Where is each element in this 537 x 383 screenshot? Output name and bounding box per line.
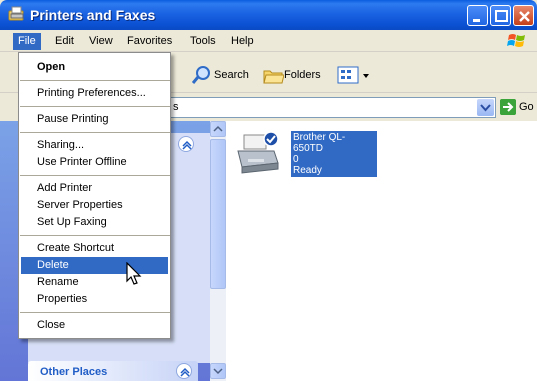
chevron-up-icon <box>182 140 192 150</box>
go-arrow-icon <box>500 99 516 115</box>
menu-item-properties[interactable]: Properties <box>21 291 168 308</box>
scroll-down-button[interactable] <box>210 363 226 379</box>
views-button[interactable] <box>336 63 372 87</box>
menu-item-delete[interactable]: Delete <box>21 257 168 274</box>
menu-edit[interactable]: Edit <box>50 33 79 50</box>
address-value: s <box>173 101 179 113</box>
chevron-up-icon <box>180 367 190 377</box>
collapse-tasks-button[interactable] <box>178 136 194 152</box>
title-bar[interactable]: Printers and Faxes <box>0 0 537 30</box>
scroll-thumb[interactable] <box>210 139 226 289</box>
menu-item-pause-printing[interactable]: Pause Printing <box>21 111 168 128</box>
menu-item-create-shortcut[interactable]: Create Shortcut <box>21 240 168 257</box>
content-area: Brother QL-650TD 0 Ready <box>226 121 537 381</box>
printer-status: Ready <box>293 165 322 176</box>
menu-file[interactable]: File <box>13 33 41 50</box>
search-button[interactable]: Search <box>190 63 252 87</box>
menu-bar: File Edit View Favorites Tools Help <box>0 30 537 52</box>
menu-item-rename[interactable]: Rename <box>21 274 168 291</box>
menu-separator <box>20 235 170 236</box>
minimize-button[interactable] <box>467 5 488 26</box>
go-label: Go <box>519 101 534 113</box>
maximize-button[interactable] <box>490 5 511 26</box>
printers-and-faxes-window: Printers and Faxes File Edit View Favori… <box>0 0 537 381</box>
task-pane-scrollbar[interactable] <box>210 121 226 381</box>
close-icon <box>519 11 530 22</box>
go-button[interactable]: Go <box>500 99 536 117</box>
menu-item-printing-preferences[interactable]: Printing Preferences... <box>21 85 168 102</box>
menu-separator <box>20 175 170 176</box>
scroll-up-button[interactable] <box>210 121 226 137</box>
printer-name: Brother QL-650TD <box>293 132 346 154</box>
menu-favorites[interactable]: Favorites <box>122 33 177 50</box>
menu-separator <box>20 312 170 313</box>
menu-item-open[interactable]: Open <box>21 59 168 76</box>
folders-label: Folders <box>284 69 321 81</box>
menu-item-add-printer[interactable]: Add Printer <box>21 180 168 197</box>
file-menu-dropdown: Open Printing Preferences... Pause Print… <box>18 52 171 339</box>
minimize-icon <box>473 19 480 22</box>
chevron-down-icon <box>480 104 491 112</box>
other-places-label: Other Places <box>40 366 108 378</box>
windows-flag-icon <box>507 34 525 47</box>
folders-button[interactable]: Folders <box>260 63 328 87</box>
close-button[interactable] <box>513 5 534 26</box>
views-icon <box>337 66 369 84</box>
search-label: Search <box>214 69 249 81</box>
menu-item-close[interactable]: Close <box>21 317 168 334</box>
printer-jobs: 0 <box>293 154 299 165</box>
menu-item-server-properties[interactable]: Server Properties <box>21 197 168 214</box>
printers-folder-icon <box>8 6 24 21</box>
menu-item-set-up-faxing[interactable]: Set Up Faxing <box>21 214 168 231</box>
menu-separator <box>20 80 170 81</box>
menu-view[interactable]: View <box>84 33 118 50</box>
address-input[interactable]: s <box>170 97 496 118</box>
menu-separator <box>20 132 170 133</box>
search-icon <box>192 66 210 84</box>
mouse-cursor-icon <box>126 262 142 285</box>
menu-tools[interactable]: Tools <box>185 33 221 50</box>
address-dropdown-button[interactable] <box>477 99 494 116</box>
printer-icon <box>237 131 279 174</box>
menu-item-use-printer-offline[interactable]: Use Printer Offline <box>21 154 168 171</box>
scroll-up-icon <box>213 125 223 132</box>
collapse-other-places-button[interactable] <box>176 363 192 379</box>
window-title: Printers and Faxes <box>30 7 156 23</box>
menu-help[interactable]: Help <box>226 33 259 50</box>
printer-label-block: Brother QL-650TD 0 Ready <box>291 131 377 177</box>
scroll-down-icon <box>213 368 223 375</box>
menu-item-sharing[interactable]: Sharing... <box>21 137 168 154</box>
printer-item[interactable]: Brother QL-650TD 0 Ready <box>234 129 377 181</box>
maximize-icon <box>495 10 508 22</box>
folders-icon <box>263 70 284 84</box>
other-places-header[interactable]: Other Places <box>28 361 198 381</box>
menu-separator <box>20 106 170 107</box>
